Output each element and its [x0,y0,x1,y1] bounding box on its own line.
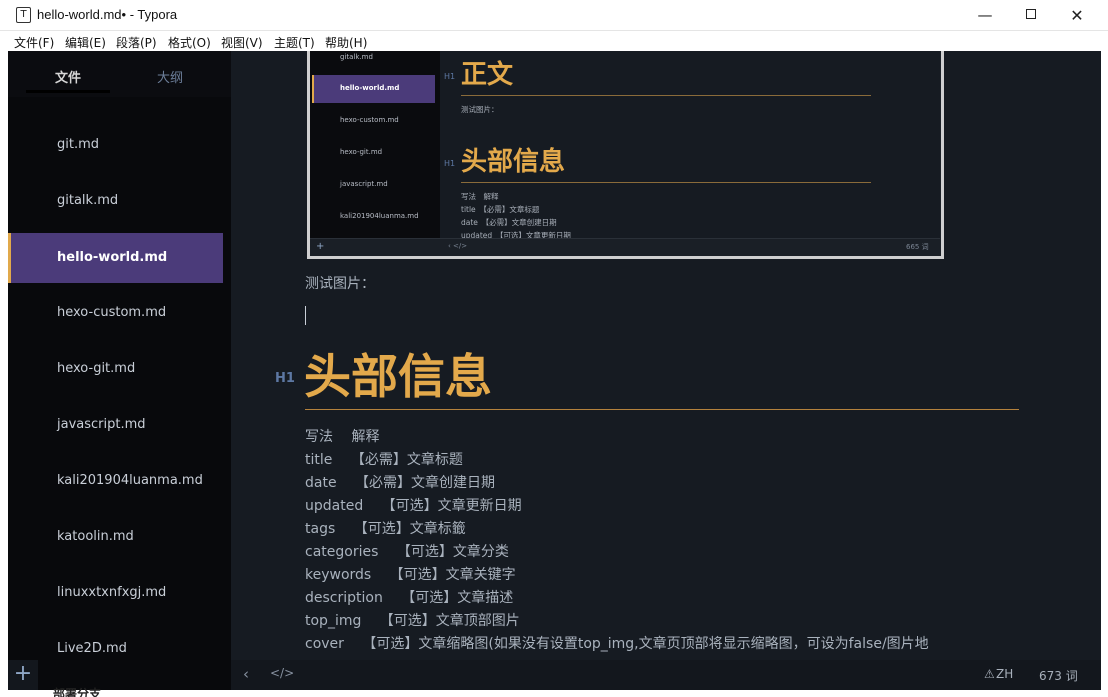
close-button[interactable]: ✕ [1054,0,1100,31]
embedded-heading: 头部信息 [461,147,566,177]
doc-row[interactable]: categories 【可选】文章分类 [305,541,509,561]
file-name: kali201904luanma.md [57,473,203,488]
title-bar: T hello-world.md• - Typora — ✕ [0,0,1108,31]
menu-format[interactable]: 格式(O) [168,34,211,51]
file-item-active[interactable]: hello-world.md [8,233,223,283]
embedded-h1-marker: H1 [444,72,456,81]
file-name: git.md [57,137,100,152]
text-cursor [305,306,306,325]
file-item[interactable]: javascript.md [8,400,223,450]
file-item[interactable]: git.md [8,120,223,170]
status-bar: + ‹ </> ⚠ ZH 673 词 [8,660,1101,690]
menu-file[interactable]: 文件(F) [14,34,54,51]
embedded-row: title 【必需】文章标题 [461,205,540,214]
file-item[interactable]: gitalk.md [8,176,223,226]
doc-row[interactable]: updated 【可选】文章更新日期 [305,495,522,515]
tab-files[interactable]: 文件 [55,67,81,86]
warning-icon[interactable]: ⚠ [984,667,995,681]
embedded-nav: ‹ </> [448,242,468,250]
file-name: Live2D.md [57,641,127,656]
word-count[interactable]: 673 词 [1039,667,1078,684]
file-item[interactable]: hexo-custom.md [8,288,223,338]
tab-outline[interactable]: 大纲 [157,67,183,86]
doc-row[interactable]: tags 【可选】文章标籤 [305,518,466,538]
embedded-rule [461,95,871,96]
embedded-file-name: hexo-git.md [340,148,383,156]
heading-underline [305,409,1019,410]
editor-pane[interactable]: gitalk.md hello-world.md hexo-custom.md … [231,51,1101,660]
chevron-left-icon[interactable]: ‹ [243,665,249,683]
file-name: linuxxtxnfxgj.md [57,585,167,600]
embedded-editor: H1 正文 测试图片： H1 头部信息 写法 解释 title 【必需】文章标题… [440,51,940,240]
language-indicator[interactable]: ZH [996,667,1013,681]
heading-h1[interactable]: 头部信息 [304,338,492,407]
add-file-button[interactable]: + [8,660,38,690]
maximize-icon [1026,9,1036,19]
menu-help[interactable]: 帮助(H) [325,34,367,51]
embedded-file-name: hexo-custom.md [340,116,399,124]
doc-row[interactable]: top_img 【可选】文章顶部图片 [305,610,520,630]
file-name: katoolin.md [57,529,134,544]
scrollbar[interactable] [1094,51,1101,660]
file-name: hexo-git.md [57,361,136,376]
maximize-button[interactable] [1008,0,1054,31]
doc-row[interactable]: date 【必需】文章创建日期 [305,472,495,492]
file-item[interactable]: kali201904luanma.md [8,456,223,506]
embedded-h1-marker: H1 [444,159,456,168]
embedded-statusbar: + ‹ </> 665 词 [310,238,940,256]
menu-edit[interactable]: 编辑(E) [65,34,106,51]
embedded-file-name: kali201904luanma.md [340,212,419,220]
menu-bar: 文件(F) 编辑(E) 段落(P) 格式(O) 视图(V) 主题(T) 帮助(H… [0,31,1108,51]
window-title: hello-world.md• - Typora [37,7,178,22]
menu-view[interactable]: 视图(V) [221,34,263,51]
doc-row[interactable]: keywords 【可选】文章关键字 [305,564,516,584]
file-item[interactable]: Live2D.md [8,624,223,660]
minimize-button[interactable]: — [962,0,1008,31]
file-item[interactable]: hexo-git.md [8,344,223,394]
background-window-text: 部署分支 [53,687,102,697]
embedded-file-name: javascript.md [340,180,388,188]
embedded-sidebar: gitalk.md hello-world.md hexo-custom.md … [310,51,440,238]
doc-row[interactable]: 写法 解释 [305,426,379,446]
file-name: hello-world.md [57,250,168,265]
menu-paragraph[interactable]: 段落(P) [116,34,157,51]
embedded-file-name: gitalk.md [340,53,373,61]
file-name: hexo-custom.md [57,305,167,320]
sidebar-tabs: 文件 大纲 [8,51,231,97]
embedded-word-count: 665 词 [906,243,929,251]
embedded-file-name: hello-world.md [340,84,400,92]
embedded-row: 写法 解释 [461,192,499,201]
embedded-heading: 正文 [461,60,514,90]
file-name: javascript.md [57,417,146,432]
h1-marker: H1 [275,371,295,386]
file-item[interactable]: linuxxtxnfxgj.md [8,568,223,618]
active-tab-indicator [26,90,110,93]
file-name: gitalk.md [57,193,119,208]
embedded-row: date 【必需】文章创建日期 [461,218,557,227]
file-sidebar: 文件 大纲 git.md gitalk.md hello-world.md he… [8,51,231,660]
typora-app-icon: T [16,7,31,23]
doc-row[interactable]: cover 【可选】文章缩略图(如果没有设置top_img,文章页顶部将显示缩略… [305,633,929,653]
image-caption: 测试图片： [305,276,375,292]
embedded-text: 测试图片： [461,105,499,114]
source-code-toggle[interactable]: </> [270,666,294,680]
embedded-screenshot-image: gitalk.md hello-world.md hexo-custom.md … [307,51,944,259]
file-item[interactable]: katoolin.md [8,512,223,562]
menu-theme[interactable]: 主题(T) [274,34,315,51]
embedded-rule [461,182,871,183]
doc-row[interactable]: title 【必需】文章标题 [305,449,463,469]
doc-row[interactable]: description 【可选】文章描述 [305,587,513,607]
embedded-add-icon: + [316,241,325,252]
